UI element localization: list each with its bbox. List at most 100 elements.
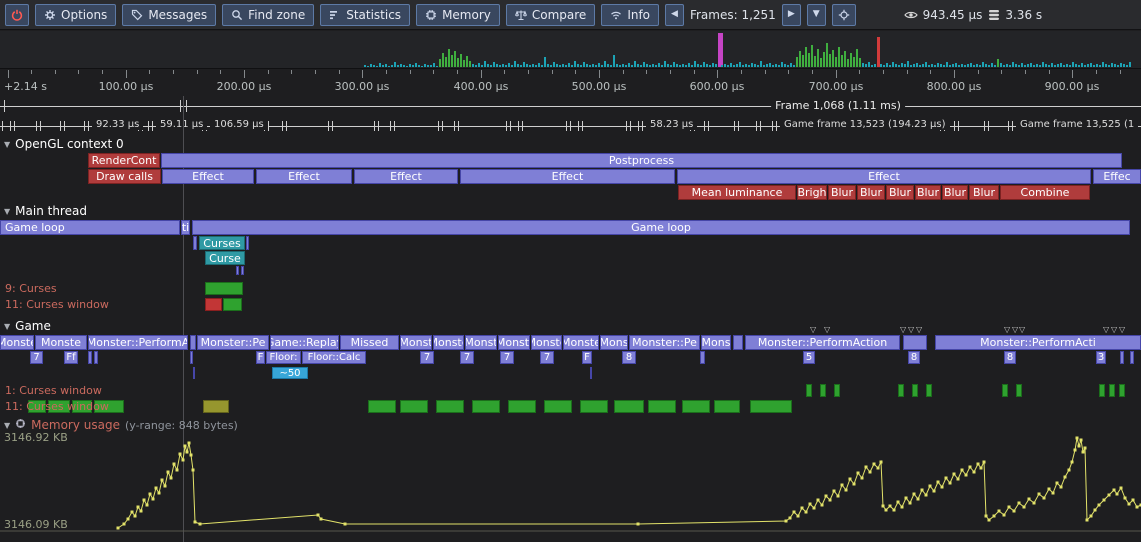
zone[interactable] — [1120, 351, 1124, 364]
frame-bar[interactable] — [658, 63, 660, 67]
frame-bar[interactable] — [1114, 64, 1116, 67]
frame-bar[interactable] — [739, 62, 741, 67]
frame-bar[interactable] — [424, 64, 426, 67]
zone[interactable] — [733, 335, 743, 350]
zone[interactable] — [241, 266, 244, 275]
zone[interactable]: Mons — [701, 335, 731, 350]
frame-bar[interactable] — [1111, 63, 1113, 67]
frame-bar[interactable] — [943, 65, 945, 67]
frame-bar[interactable] — [556, 64, 558, 67]
subframe-label[interactable]: Game frame 13,523 (194.23 µs) — [780, 119, 950, 130]
frame-bar[interactable] — [1000, 63, 1002, 67]
message-marker-icon[interactable]: ▽ — [824, 326, 830, 334]
zone[interactable]: Game::Replay — [270, 335, 339, 350]
frame-bar[interactable] — [1027, 64, 1029, 67]
zone[interactable]: 7 — [420, 351, 434, 364]
zone[interactable] — [472, 400, 500, 413]
frame-bar[interactable] — [580, 65, 582, 67]
zone[interactable]: Floor: — [266, 351, 301, 364]
frame-bar[interactable] — [415, 63, 417, 67]
frame-bar[interactable] — [373, 65, 375, 67]
subframe-label[interactable]: 59.11 µs — [156, 119, 207, 130]
zone[interactable]: ti — [181, 220, 190, 235]
frame-bar[interactable] — [814, 56, 816, 67]
frame-bar[interactable] — [742, 65, 744, 67]
frame-bar[interactable] — [751, 63, 753, 67]
frame-bar[interactable] — [664, 61, 666, 67]
zone[interactable]: Ff — [64, 351, 78, 364]
frame-bar[interactable] — [547, 64, 549, 67]
frame-bar[interactable] — [691, 65, 693, 67]
frame-bar[interactable] — [514, 61, 516, 67]
zone[interactable]: Monste — [0, 335, 34, 350]
frame-bar[interactable] — [946, 62, 948, 67]
zone[interactable]: Floor::Calc — [302, 351, 366, 364]
zone[interactable] — [88, 351, 92, 364]
frame-bar[interactable] — [445, 57, 447, 67]
frame-bar[interactable] — [748, 65, 750, 67]
zone[interactable] — [926, 384, 932, 397]
frame-bar[interactable] — [718, 33, 723, 67]
frame-bar[interactable] — [1021, 63, 1023, 67]
frame-bar[interactable] — [565, 65, 567, 67]
frame-bar[interactable] — [613, 55, 615, 67]
frame-bar[interactable] — [1069, 65, 1071, 67]
frame-bar[interactable] — [979, 65, 981, 67]
frame-bar[interactable] — [472, 64, 474, 67]
zone[interactable] — [400, 400, 428, 413]
frame-bar[interactable] — [703, 62, 705, 67]
frame-bar[interactable] — [631, 65, 633, 67]
message-marker-icon[interactable]: ▽ — [810, 326, 816, 334]
frame-bar[interactable] — [1015, 64, 1017, 67]
frame-bar[interactable] — [367, 66, 369, 67]
frame-bar[interactable] — [841, 55, 843, 67]
frame-bar[interactable] — [976, 64, 978, 67]
frame-bar[interactable] — [604, 61, 606, 67]
collapse-triangle-icon[interactable]: ▼ — [4, 140, 10, 149]
frame-bar[interactable] — [517, 64, 519, 67]
zone[interactable]: Effect — [162, 169, 254, 184]
frame-bar[interactable] — [1057, 64, 1059, 67]
frame-bar[interactable] — [712, 63, 714, 67]
frame-bar[interactable] — [529, 65, 531, 67]
frame-bar[interactable] — [838, 47, 840, 67]
frame-bar[interactable] — [817, 49, 819, 67]
zone[interactable] — [820, 384, 826, 397]
frame-bar[interactable] — [427, 65, 429, 67]
frame-bar[interactable] — [397, 65, 399, 67]
frame-bar[interactable] — [958, 65, 960, 67]
frame-bar[interactable] — [985, 64, 987, 67]
frame-bar[interactable] — [1093, 65, 1095, 67]
frame-bar[interactable] — [403, 65, 405, 67]
collapse-triangle-icon[interactable]: ▼ — [4, 421, 10, 430]
frame-bar[interactable] — [550, 65, 552, 67]
frame-bar[interactable] — [601, 65, 603, 67]
frame-bar[interactable] — [796, 57, 798, 67]
collapse-triangle-icon[interactable]: ▼ — [4, 207, 10, 216]
zone[interactable]: Monste — [35, 335, 87, 350]
frame-bar[interactable] — [493, 62, 495, 67]
frame-bar[interactable] — [1120, 63, 1122, 67]
collapse-triangle-icon[interactable]: ▼ — [4, 322, 10, 331]
frame-bar[interactable] — [724, 64, 726, 67]
zone[interactable]: Monster::PerformAction — [745, 335, 900, 350]
zone[interactable] — [1099, 384, 1105, 397]
frame-bar[interactable] — [1099, 65, 1101, 67]
frame-bar[interactable] — [727, 65, 729, 67]
frame-bar[interactable] — [892, 62, 894, 67]
frame-bar[interactable] — [661, 65, 663, 67]
frame-bar[interactable] — [568, 63, 570, 67]
frame-bar[interactable] — [652, 64, 654, 67]
zone[interactable]: 8 — [908, 351, 920, 364]
find-zone-button[interactable]: Find zone — [222, 4, 314, 26]
frame-bar[interactable] — [1036, 64, 1038, 67]
subframe-label[interactable]: 92.33 µs — [92, 119, 143, 130]
zone[interactable]: F — [256, 351, 265, 364]
frame-bar[interactable] — [1033, 65, 1035, 67]
frame-bar[interactable] — [370, 64, 372, 67]
frame-bar[interactable] — [391, 65, 393, 67]
frame-bar[interactable] — [676, 64, 678, 67]
zone[interactable] — [508, 400, 536, 413]
zone[interactable] — [190, 335, 196, 350]
frame-bar[interactable] — [400, 64, 402, 67]
